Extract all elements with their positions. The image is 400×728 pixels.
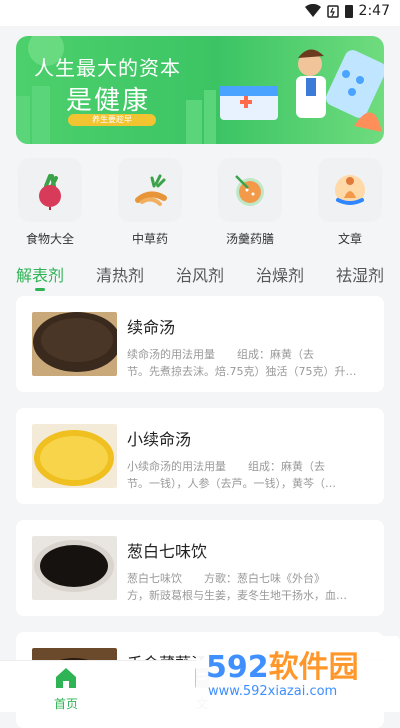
tab-active-indicator [35,288,45,291]
banner-tagline-pill: 养生要趁早 [68,114,156,126]
status-icons: 2:47 [304,3,390,19]
category-tile [218,158,282,222]
prescription-tabs: 解表剂 清热剂 治风剂 治燥剂 祛湿剂 [0,262,400,292]
status-time: 2:47 [358,3,390,19]
banner-headline-line1: 人生最大的资本 [34,56,181,80]
watermark-url: www.592xiazai.com [208,684,338,699]
wifi-icon [304,4,321,17]
herb-root-icon [135,174,167,206]
recipe-summary: 小续命汤的用法用量 组成：麻黄（去 节。一钱），人参（去芦。一钱），黄芩（… [127,458,367,492]
category-tile [118,158,182,222]
watermark-chinese: 软件园 [268,650,359,685]
category-tile [318,158,382,222]
site-watermark: 592软件园 www.592xiazai.com [196,636,400,711]
black-tea-cup-image [32,536,117,600]
recipe-summary-line: 节。先煮掠去沫。焙.75克）独活（75克）升… [127,365,357,378]
recipe-summary-line: 小续命汤的用法用量 组成：麻黄（去 [127,460,325,473]
recipe-summary-line: 续命汤的用法用量 组成：麻黄（去 [127,348,314,361]
watermark-brand: 592软件园 [206,642,359,686]
home-icon [56,668,76,688]
golden-broth-image [32,424,117,488]
recipe-card[interactable]: 续命汤 续命汤的用法用量 组成：麻黄（去 节。先煮掠去沫。焙.75克）独活（75… [16,296,384,392]
soup-bowl-icon [235,175,264,206]
tab-zhizao[interactable]: 治燥剂 [256,262,304,286]
recipe-summary-line: 方，新豉葛根与生姜，麦冬生地干扬水，血… [127,589,347,602]
recipe-card[interactable]: 小续命汤 小续命汤的用法用量 组成：麻黄（去 节。一钱），人参（去芦。一钱），黄… [16,408,384,504]
nav-home-label: 首页 [53,697,78,711]
category-articles[interactable]: 文章 [310,158,390,247]
recipe-thumbnail [32,312,117,376]
recipe-title: 小续命汤 [127,430,192,449]
tab-jiebiao[interactable]: 解表剂 [16,262,64,286]
category-label: 文章 [337,232,362,246]
category-herbs[interactable]: 中草药 [110,158,190,247]
category-food[interactable]: 食物大全 [10,158,90,247]
recipe-title: 葱白七味饮 [127,542,208,561]
recipe-title: 续命汤 [127,318,176,337]
watermark-number: 592 [206,650,269,685]
recipe-summary-line: 节。一钱），人参（去芦。一钱），黄芩（… [127,477,336,490]
recipe-thumbnail [32,536,117,600]
status-bar: 2:47 [0,0,400,26]
category-soup[interactable]: 汤羹药膳 [210,158,290,247]
category-tile [18,158,82,222]
nav-home[interactable]: 首页 [36,667,96,712]
recipe-summary: 葱白七味饮 方歌：葱白七味《外台》 方，新豉葛根与生姜，麦冬生地干扬水，血… [127,570,367,604]
promo-banner[interactable]: 人生最大的资本 是健康 养生要趁早 [16,36,384,144]
dark-broth-image [32,312,117,376]
recipe-summary: 续命汤的用法用量 组成：麻黄（去 节。先煮掠去沫。焙.75克）独活（75克）升… [127,346,367,380]
category-label: 中草药 [131,232,168,246]
banner-headline-line2: 是健康 [66,86,151,116]
tab-qushi[interactable]: 祛湿剂 [336,262,384,286]
beet-icon [39,174,61,210]
tab-zhifeng[interactable]: 治风剂 [176,262,224,286]
category-shortcuts: 食物大全 中草药 汤羹药膳 文章 [0,158,400,250]
recipe-thumbnail [32,424,117,488]
meditation-icon [335,175,365,205]
battery-icon [344,5,353,18]
doctor-illustration [220,49,384,132]
tab-qingre[interactable]: 清热剂 [96,262,144,286]
recipe-card[interactable]: 葱白七味饮 葱白七味饮 方歌：葱白七味《外台》 方，新豉葛根与生姜，麦冬生地干扬… [16,520,384,616]
battery-saver-icon [326,5,339,18]
recipe-summary-line: 葱白七味饮 方歌：葱白七味《外台》 [127,572,325,585]
category-label: 汤羹药膳 [225,232,274,246]
category-label: 食物大全 [25,232,74,246]
